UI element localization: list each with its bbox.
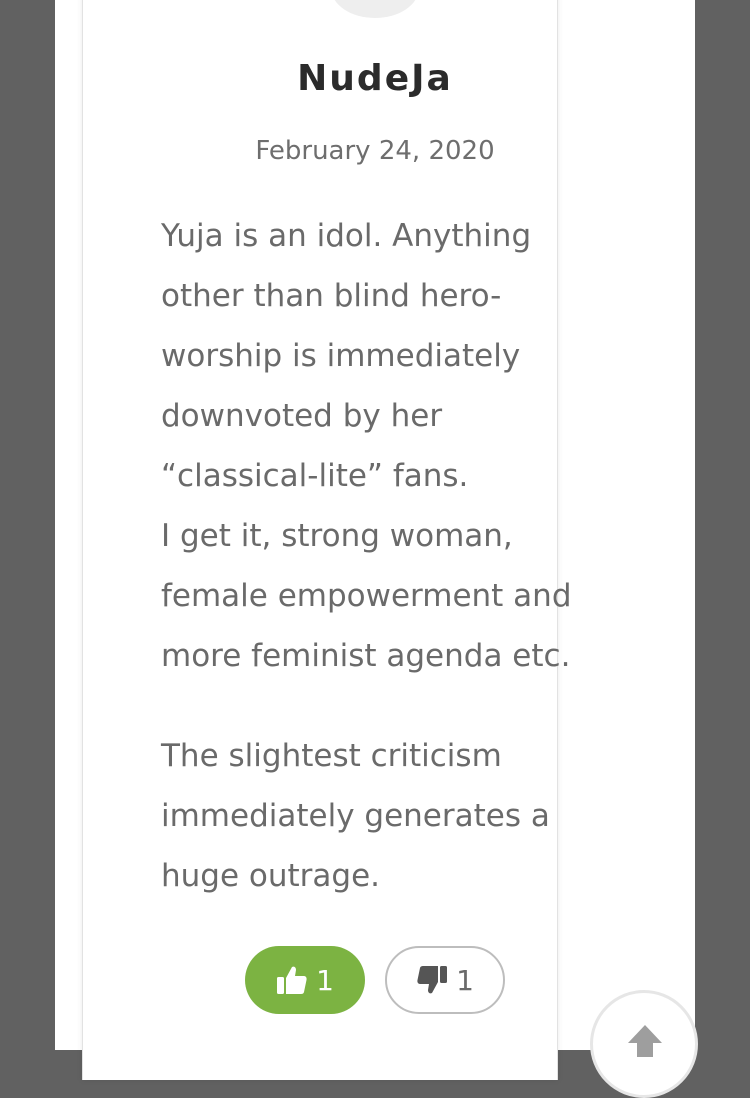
dislike-button[interactable]: 1	[385, 946, 505, 1014]
comment-paragraph: The slightest criticism immediately gene…	[161, 738, 550, 894]
like-count: 1	[316, 963, 334, 997]
thumbs-down-icon	[416, 965, 448, 995]
dislike-count: 1	[456, 963, 474, 997]
scroll-to-top-button[interactable]	[590, 990, 698, 1098]
comment-paragraph: Yuja is an idol. Anything other than bli…	[161, 218, 572, 674]
like-button[interactable]: 1	[245, 946, 365, 1014]
comment-author: NudeJa	[297, 58, 453, 99]
thumbs-up-icon	[276, 965, 308, 995]
comment-body: Yuja is an idol. Anything other than bli…	[161, 206, 601, 946]
comment-date: February 24, 2020	[255, 136, 495, 166]
